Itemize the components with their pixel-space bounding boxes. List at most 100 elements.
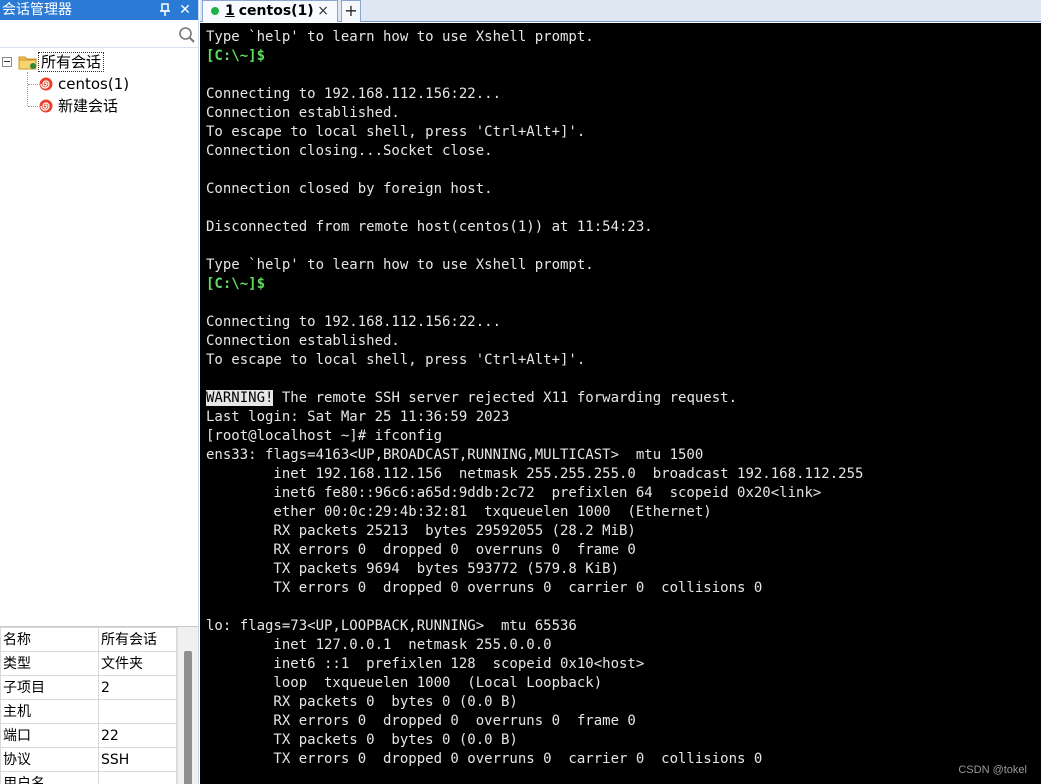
terminal-text: TX errors 0 dropped 0 overruns 0 carrier… <box>206 751 763 767</box>
terminal-text: Connection established. <box>206 105 400 121</box>
terminal-line: RX packets 0 bytes 0 (0.0 B) <box>206 693 1041 712</box>
terminal-text: The remote SSH server rejected X11 forwa… <box>273 390 738 406</box>
new-tab-button[interactable]: + <box>341 0 361 22</box>
terminal-text: Connecting to 192.168.112.156:22... <box>206 314 502 330</box>
tab-close-icon[interactable]: × <box>317 1 329 21</box>
terminal-text: Connection closed by foreign host. <box>206 181 493 197</box>
property-key: 主机 <box>0 699 99 724</box>
terminal-text: RX packets 0 bytes 0 (0.0 B) <box>206 694 518 710</box>
terminal-line: inet 192.168.112.156 netmask 255.255.255… <box>206 465 1041 484</box>
properties-scrollbar[interactable] <box>177 627 198 784</box>
terminal-line: RX packets 25213 bytes 29592055 (28.2 Mi… <box>206 522 1041 541</box>
table-row: 端口 22 <box>0 723 177 748</box>
panel-title: 会话管理器 <box>2 2 72 18</box>
tree-connector <box>28 84 38 85</box>
property-value: 22 <box>98 723 177 748</box>
session-icon <box>38 76 54 92</box>
terminal-text: TX packets 9694 bytes 593772 (579.8 KiB) <box>206 561 620 577</box>
terminal-line: inet6 fe80::96c6:a65d:9ddb:2c72 prefixle… <box>206 484 1041 503</box>
property-key: 协议 <box>0 747 99 772</box>
properties-table: 名称 所有会话 类型 文件夹 子项目 2 主机 端口 22 协议 SSH 用户名 <box>0 627 177 784</box>
terminal-line: loop txqueuelen 1000 (Local Loopback) <box>206 674 1041 693</box>
terminal-line: To escape to local shell, press 'Ctrl+Al… <box>206 351 1041 370</box>
terminal-text: inet 192.168.112.156 netmask 255.255.255… <box>206 466 864 482</box>
terminal-text: inet 127.0.0.1 netmask 255.0.0.0 <box>206 637 552 653</box>
terminal-text: TX errors 0 dropped 0 overruns 0 carrier… <box>206 580 763 596</box>
close-icon[interactable]: ✕ <box>178 0 192 20</box>
terminal-text: lo: flags=73<UP,LOOPBACK,RUNNING> mtu 65… <box>206 618 577 634</box>
table-row: 协议 SSH <box>0 747 177 772</box>
property-value <box>98 771 177 784</box>
tab-centos[interactable]: 1 centos(1) × <box>202 0 338 22</box>
table-row: 主机 <box>0 699 177 724</box>
terminal-text: Disconnected from remote host(centos(1))… <box>206 219 653 235</box>
terminal-text: ens33: flags=4163<UP,BROADCAST,RUNNING,M… <box>206 447 704 463</box>
property-key: 名称 <box>0 627 99 652</box>
terminal-line: Type `help' to learn how to use Xshell p… <box>206 256 1041 275</box>
panel-header: 会话管理器 ✕ <box>0 0 198 20</box>
table-row: 名称 所有会话 <box>0 627 177 652</box>
property-value <box>98 699 177 724</box>
tree-item-label: centos(1) <box>58 75 130 93</box>
collapse-toggle-icon[interactable] <box>2 57 12 67</box>
terminal-text: Connecting to 192.168.112.156:22... <box>206 86 502 102</box>
terminal-line: Connecting to 192.168.112.156:22... <box>206 313 1041 332</box>
terminal-line: Connection closed by foreign host. <box>206 180 1041 199</box>
terminal-line: ens33: flags=4163<UP,BROADCAST,RUNNING,M… <box>206 446 1041 465</box>
terminal-text: RX errors 0 dropped 0 overruns 0 frame 0 <box>206 542 636 558</box>
property-key: 端口 <box>0 723 99 748</box>
terminal-line: ether 00:0c:29:4b:32:81 txqueuelen 1000 … <box>206 503 1041 522</box>
terminal-text: Type `help' to learn how to use Xshell p… <box>206 257 594 273</box>
terminal-line: TX packets 0 bytes 0 (0.0 B) <box>206 731 1041 750</box>
property-value: 所有会话 <box>98 627 177 652</box>
terminal-line: inet 127.0.0.1 netmask 255.0.0.0 <box>206 636 1041 655</box>
terminal-text: Connection established. <box>206 333 400 349</box>
folder-icon <box>18 54 38 70</box>
terminal-line: [root@localhost ~]# ifconfig <box>206 427 1041 446</box>
pin-icon[interactable] <box>158 0 172 20</box>
property-key: 用户名 <box>0 771 99 784</box>
table-row: 用户名 <box>0 771 177 784</box>
shell-prompt: [C:\~]$ <box>206 276 266 292</box>
property-value: SSH <box>98 747 177 772</box>
terminal-text: Type `help' to learn how to use Xshell p… <box>206 29 594 45</box>
terminal-text: To escape to local shell, press 'Ctrl+Al… <box>206 352 586 368</box>
terminal-line: Connection established. <box>206 104 1041 123</box>
terminal-line: TX errors 0 dropped 0 overruns 0 carrier… <box>206 579 1041 598</box>
terminal-line: Connection established. <box>206 332 1041 351</box>
tab-bar: 1 centos(1) × + <box>200 0 1041 22</box>
terminal-line: TX packets 9694 bytes 593772 (579.8 KiB) <box>206 560 1041 579</box>
table-row: 子项目 2 <box>0 675 177 700</box>
terminal-text: [root@localhost ~]# ifconfig <box>206 428 443 444</box>
terminal-text: ether 00:0c:29:4b:32:81 txqueuelen 1000 … <box>206 504 712 520</box>
tab-name: centos(1) <box>238 3 314 19</box>
terminal-text: To escape to local shell, press 'Ctrl+Al… <box>206 124 586 140</box>
terminal-line: WARNING! The remote SSH server rejected … <box>206 389 1041 408</box>
property-key: 子项目 <box>0 675 99 700</box>
terminal-text: Last login: Sat Mar 25 11:36:59 2023 <box>206 409 510 425</box>
terminal-line: Type `help' to learn how to use Xshell p… <box>206 28 1041 47</box>
table-row: 类型 文件夹 <box>0 651 177 676</box>
warning-label: WARNING! <box>206 390 274 406</box>
search-input[interactable] <box>2 24 172 46</box>
terminal-text: inet6 fe80::96c6:a65d:9ddb:2c72 prefixle… <box>206 485 822 501</box>
terminal-text: RX packets 25213 bytes 29592055 (28.2 Mi… <box>206 523 636 539</box>
terminal-text: loop txqueuelen 1000 (Local Loopback) <box>206 675 603 691</box>
properties-panel: 名称 所有会话 类型 文件夹 子项目 2 主机 端口 22 协议 SSH 用户名 <box>0 626 198 784</box>
terminal-output[interactable]: Type `help' to learn how to use Xshell p… <box>200 23 1041 784</box>
terminal-text: RX errors 0 dropped 0 overruns 0 frame 0 <box>206 713 636 729</box>
terminal-line: Last login: Sat Mar 25 11:36:59 2023 <box>206 408 1041 427</box>
tab-label: 1 centos(1) <box>225 1 314 21</box>
terminal-line: To escape to local shell, press 'Ctrl+Al… <box>206 123 1041 142</box>
watermark: CSDN @tokel <box>958 764 1027 776</box>
search-bar <box>0 22 198 48</box>
terminal-line: inet6 ::1 prefixlen 128 scopeid 0x10<hos… <box>206 655 1041 674</box>
scrollbar-thumb[interactable] <box>184 651 192 784</box>
terminal-text: TX packets 0 bytes 0 (0.0 B) <box>206 732 518 748</box>
search-icon[interactable] <box>178 26 196 44</box>
